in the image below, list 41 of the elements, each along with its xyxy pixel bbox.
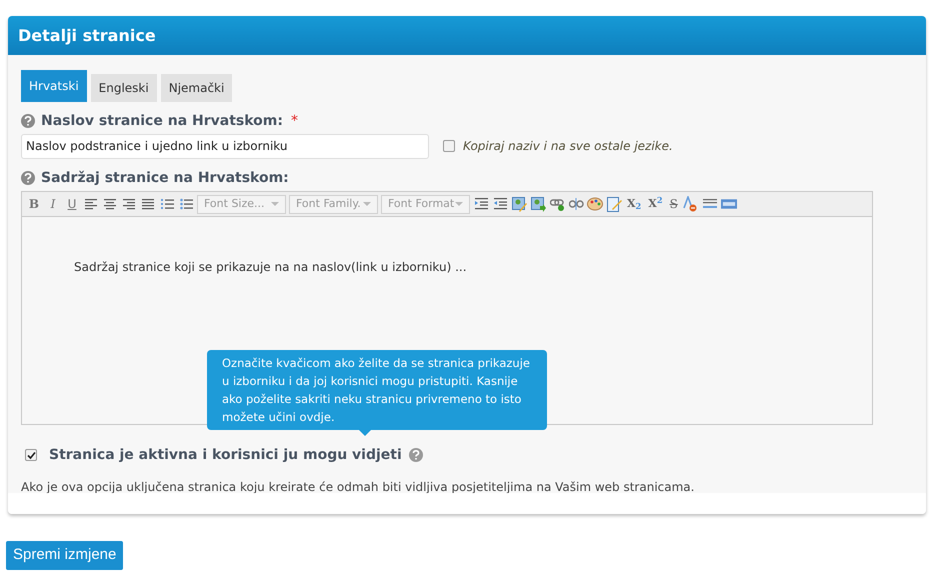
tooltip-pointer bbox=[359, 430, 371, 436]
title-input[interactable]: Naslov podstranice i ujedno link u izborniku bbox=[21, 134, 429, 158]
toolbar-select[interactable]: Font Format bbox=[381, 194, 470, 214]
image-insert-icon[interactable] bbox=[530, 196, 546, 212]
help-icon[interactable] bbox=[21, 171, 35, 185]
field-label: Sadržaj stranice na Hrvatskom: bbox=[41, 168, 289, 188]
unlink-icon[interactable] bbox=[568, 196, 584, 212]
field-label: Naslov stranice na Hrvatskom: bbox=[41, 112, 283, 130]
align-left-icon[interactable] bbox=[83, 196, 99, 212]
justify-icon[interactable] bbox=[140, 196, 156, 212]
language-tab[interactable]: Engleski bbox=[90, 74, 157, 102]
numbered-list-icon[interactable] bbox=[159, 196, 175, 212]
bullet-list-icon[interactable] bbox=[178, 196, 194, 212]
palette-icon[interactable] bbox=[587, 196, 603, 212]
toolbar-select[interactable]: Font Family. bbox=[289, 194, 378, 214]
format-button[interactable]: B bbox=[26, 195, 42, 213]
document-edit-icon[interactable] bbox=[606, 196, 622, 212]
script-button[interactable]: X$_{2}$ bbox=[625, 195, 644, 213]
checkbox-label: Kopiraj naziv i na sve ostale jezike. bbox=[463, 138, 673, 155]
clear-format-icon[interactable] bbox=[682, 196, 699, 212]
checkbox-label: Stranica je aktivna i korisnici ju mogu vidjeti bbox=[49, 446, 402, 464]
checkbox[interactable] bbox=[443, 140, 455, 152]
format-button[interactable]: U bbox=[64, 195, 80, 213]
toolbar-select[interactable]: Font Size... bbox=[197, 194, 286, 214]
format-button[interactable]: I bbox=[45, 195, 61, 213]
editor-content[interactable]: Sadržaj stranice koji se prikazuje na na naslov(link u izborniku) ... bbox=[22, 217, 872, 276]
indent-icon[interactable] bbox=[473, 196, 489, 212]
image-edit-icon[interactable] bbox=[511, 196, 527, 212]
required-mark: * bbox=[290, 112, 298, 130]
strikethrough-button[interactable]: S bbox=[668, 195, 680, 213]
align-right-icon[interactable] bbox=[121, 196, 137, 212]
checkbox[interactable] bbox=[25, 449, 37, 461]
panel-title: Detalji stranice bbox=[18, 24, 156, 46]
language-tab[interactable]: Njemački bbox=[160, 74, 232, 102]
help-icon[interactable] bbox=[21, 114, 35, 128]
language-tab[interactable]: Hrvatski bbox=[21, 70, 87, 102]
save-button[interactable]: Spremi izmjene bbox=[6, 541, 124, 570]
outdent-icon[interactable] bbox=[492, 196, 508, 212]
script-button[interactable]: X$^{2}$ bbox=[646, 195, 665, 213]
help-icon[interactable] bbox=[408, 448, 423, 462]
align-center-icon[interactable] bbox=[102, 196, 118, 212]
